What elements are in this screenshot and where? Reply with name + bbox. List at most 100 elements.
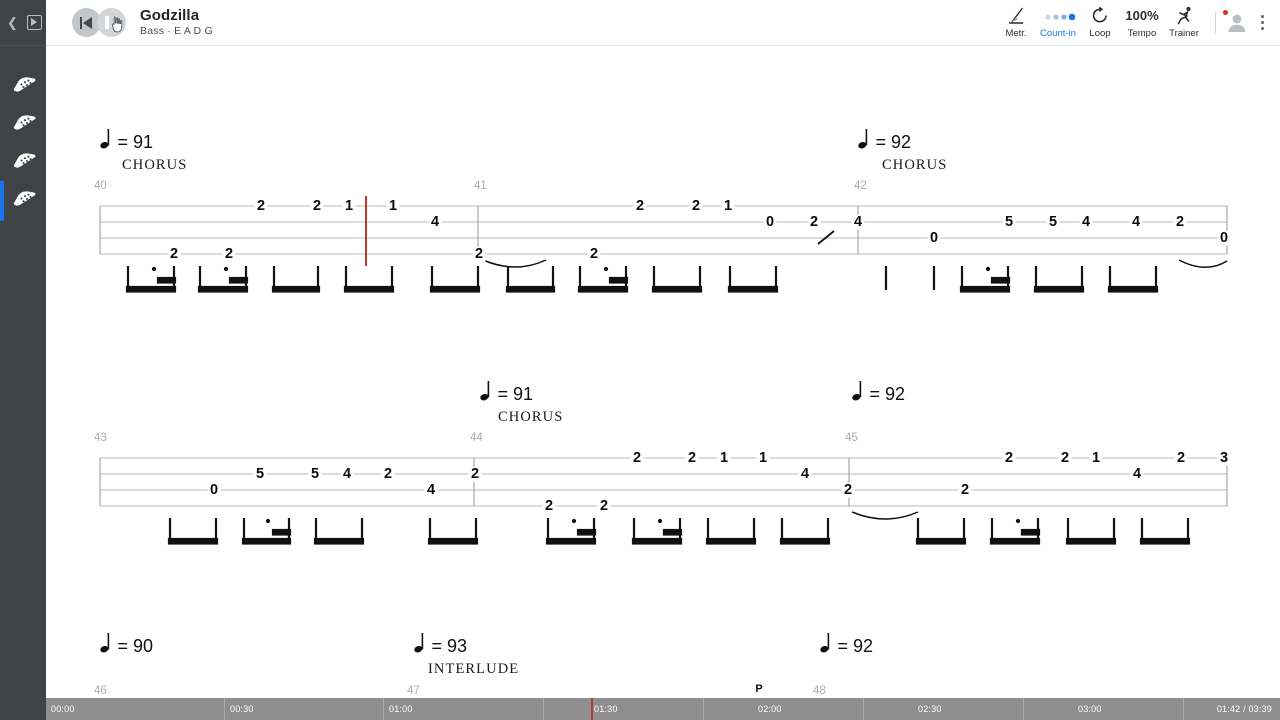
- avatar-icon: [1228, 14, 1246, 32]
- tab-note: 2: [597, 499, 611, 514]
- tab-note: 5: [1002, 215, 1016, 230]
- quarter-note-icon: [100, 633, 110, 653]
- tempo-mark-3: = 91: [480, 380, 533, 405]
- tool-label: Metr.: [1005, 27, 1027, 39]
- track-item-1[interactable]: [0, 68, 46, 106]
- tool-tempo[interactable]: 100% Tempo: [1124, 6, 1160, 39]
- tool-count-in[interactable]: Count-in: [1040, 6, 1076, 39]
- tab-note: 4: [340, 467, 354, 482]
- timeline-segment[interactable]: 01:30: [543, 698, 703, 720]
- tab-note: 4: [851, 215, 865, 230]
- quarter-note-icon: [100, 129, 110, 149]
- tab-note: 2: [689, 199, 703, 214]
- tool-loop[interactable]: Loop: [1082, 6, 1118, 39]
- tab-note: 0: [1217, 231, 1231, 246]
- tempo-mark-5: = 90: [100, 632, 153, 657]
- tab-note: 0: [927, 231, 941, 246]
- tempo-bpm: = 93: [431, 636, 467, 656]
- track-item-3[interactable]: [0, 144, 46, 182]
- tab-note: 2: [1002, 451, 1016, 466]
- tab-note: 2: [310, 199, 324, 214]
- tab-note: 5: [1046, 215, 1060, 230]
- tempo-bpm: = 92: [869, 384, 905, 404]
- tempo-bpm: = 91: [497, 384, 533, 404]
- tab-note: 2: [1174, 451, 1188, 466]
- tab-note: 2: [958, 483, 972, 498]
- timeline-mark: 01:00: [389, 704, 413, 714]
- timeline-segment[interactable]: 02:00: [703, 698, 863, 720]
- timeline-playhead[interactable]: [591, 698, 593, 720]
- score-viewport[interactable]: = 91 CHORUS = 92 CHORUS 40 41 42 2 2 2 2…: [46, 46, 1280, 700]
- tempo-mark-2: = 92: [858, 128, 911, 153]
- song-subtitle: Bass · E A D G: [140, 24, 213, 37]
- track-item-4-selected[interactable]: [0, 181, 46, 221]
- tab-note: 1: [756, 451, 770, 466]
- tab-note: 4: [1079, 215, 1093, 230]
- toolbar: Metr. Count-in Loop 100% Tempo Trainer: [995, 6, 1280, 39]
- timeline-scrubber[interactable]: 00:00 00:30 01:00 01:30 02:00 02:30 03:0…: [46, 698, 1280, 720]
- tab-note: 1: [386, 199, 400, 214]
- tab-system-1[interactable]: 2 2 2 2 1 1 4 2 2 2 2 1 0 2 4 0 5 5 4 4 2 0: [46, 154, 1280, 294]
- tab-system-3[interactable]: 4(4)1191111969676810911810P: [46, 658, 1280, 700]
- count-in-dots-icon: [1040, 6, 1076, 25]
- timeline-mark: 03:00: [1078, 704, 1102, 714]
- time-position: 01:42 / 03:39: [1216, 704, 1272, 714]
- timeline-segment[interactable]: 03:00: [1023, 698, 1183, 720]
- timeline-segment[interactable]: 02:30: [863, 698, 1023, 720]
- tab-note: 2: [633, 199, 647, 214]
- avatar[interactable]: [1223, 9, 1250, 36]
- play-pause-button[interactable]: [97, 8, 126, 37]
- song-title: Godzilla: [140, 6, 200, 24]
- tool-label: Trainer: [1169, 27, 1199, 39]
- timeline-segment[interactable]: 00:30: [224, 698, 383, 720]
- left-rail-header: ❮: [0, 0, 46, 46]
- tab-note: 2: [807, 215, 821, 230]
- tab-note: 2: [254, 199, 268, 214]
- quarter-note-icon: [480, 381, 490, 401]
- tempo-bpm: = 92: [837, 636, 873, 656]
- tab-note: 0: [763, 215, 777, 230]
- tempo-mark-7: = 92: [820, 632, 873, 657]
- chevron-left-icon[interactable]: ❮: [5, 14, 21, 32]
- tab-note: 4: [1130, 467, 1144, 482]
- tab-note: 2: [685, 451, 699, 466]
- tab-system-2[interactable]: 0 5 5 4 2 4 2 2 2 2 2 1 1 4 2 2 2 2 1 4 2 3: [46, 406, 1280, 546]
- quarter-note-icon: [820, 633, 830, 653]
- timeline-mark: 00:00: [51, 704, 75, 714]
- tempo-mark-1: = 91: [100, 128, 153, 153]
- tab-note: 1: [1089, 451, 1103, 466]
- metronome-icon: [1006, 6, 1026, 25]
- tempo-bpm: = 91: [117, 132, 153, 152]
- tool-label: Tempo: [1127, 27, 1157, 39]
- kebab-menu-icon[interactable]: [1254, 11, 1270, 34]
- runner-icon: [1174, 6, 1195, 25]
- quarter-note-icon: [852, 381, 862, 401]
- tab-note: 1: [342, 199, 356, 214]
- guitar-headstock-icon: [13, 191, 36, 206]
- guitar-headstock-icon: [13, 115, 36, 130]
- track-item-2[interactable]: [0, 106, 46, 144]
- timeline-segment[interactable]: 01:00: [383, 698, 543, 720]
- tempo-bpm: = 92: [875, 132, 911, 152]
- tab-note: 2: [468, 467, 482, 482]
- tab-note: 4: [1129, 215, 1143, 230]
- tool-trainer[interactable]: Trainer: [1166, 6, 1202, 39]
- tab-note: 0: [207, 483, 221, 498]
- tab-note: 2: [1058, 451, 1072, 466]
- tab-note: 2: [381, 467, 395, 482]
- track-list: [0, 46, 46, 221]
- tab-note: 4: [798, 467, 812, 482]
- tab-note: 2: [630, 451, 644, 466]
- panel-toggle-icon[interactable]: [26, 15, 42, 30]
- tab-note: 2: [841, 483, 855, 498]
- timeline-segment[interactable]: 00:00: [46, 698, 224, 720]
- loop-arrow-icon: [1090, 6, 1110, 25]
- tool-label: Loop: [1089, 27, 1111, 39]
- toolbar-divider: [1215, 11, 1216, 34]
- timeline-mark: 02:30: [918, 704, 942, 714]
- tool-metronome[interactable]: Metr.: [998, 6, 1034, 39]
- tab-note: 2: [542, 499, 556, 514]
- rewind-icon: [80, 16, 93, 29]
- tab-note: 5: [308, 467, 322, 482]
- tool-label: Count-in: [1040, 27, 1076, 39]
